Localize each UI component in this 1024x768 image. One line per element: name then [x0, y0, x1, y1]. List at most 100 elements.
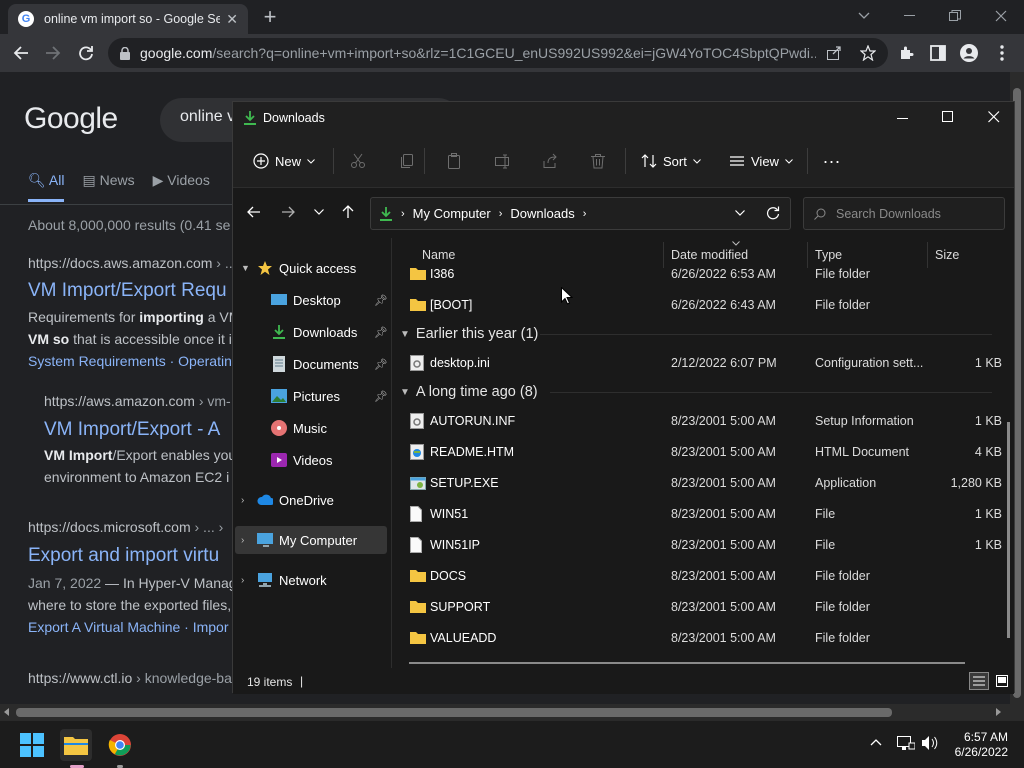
explorer-search-input[interactable]: Search Downloads [803, 197, 1005, 230]
group-header-earlier[interactable]: ▼ Earlier this year (1) [400, 322, 538, 346]
side-panel-icon[interactable] [927, 42, 949, 64]
new-tab-button[interactable]: + [258, 6, 282, 30]
paste-icon[interactable] [446, 148, 462, 174]
file-row[interactable]: VALUEADD 8/23/2001 5:00 AM File folder [392, 625, 1012, 653]
close-tab-icon[interactable]: ✕ [226, 11, 238, 28]
explorer-back-button[interactable] [247, 206, 261, 218]
sidebar-item-onedrive[interactable]: › OneDrive [241, 486, 334, 514]
file-list-horizontal-scrollbar[interactable] [409, 662, 965, 664]
view-button[interactable]: View [729, 148, 793, 174]
tab-news[interactable]: ▤ News [82, 172, 134, 202]
pin-icon[interactable]: 📌︎ [374, 294, 388, 307]
sidebar-item-my-computer[interactable]: › My Computer [241, 526, 357, 554]
extensions-icon[interactable] [895, 42, 917, 64]
explorer-minimize-button[interactable] [897, 112, 909, 124]
scroll-left-arrow-icon[interactable] [4, 708, 9, 716]
delete-icon[interactable] [590, 148, 606, 174]
new-button[interactable]: New [253, 148, 315, 174]
column-header-type[interactable]: Type [815, 248, 842, 262]
sidebar-item-music[interactable]: Music [271, 414, 327, 442]
minimize-window-button[interactable] [896, 6, 924, 26]
file-row[interactable]: desktop.ini 2/12/2022 6:07 PM Configurat… [392, 350, 1012, 378]
rename-icon[interactable] [495, 148, 511, 174]
tab-search-icon[interactable] [850, 6, 878, 26]
browser-tab[interactable]: G online vm import so - Google Se ✕ [8, 4, 248, 34]
scroll-right-arrow-icon[interactable] [996, 708, 1001, 716]
file-row[interactable]: WIN51IP 8/23/2001 5:00 AM File 1 KB [392, 532, 1012, 560]
forward-button[interactable] [42, 42, 64, 64]
chevron-right-icon[interactable]: › [241, 535, 257, 546]
share-icon[interactable] [542, 148, 558, 174]
close-window-button[interactable] [987, 6, 1015, 26]
chevron-right-icon[interactable]: › [241, 495, 257, 506]
file-row[interactable]: README.HTM 8/23/2001 5:00 AM HTML Docume… [392, 439, 1012, 467]
result-2-title[interactable]: VM Import/Export - A [44, 419, 220, 441]
result-3-sitelinks[interactable]: Export A Virtual Machine · Impor [28, 619, 229, 635]
reload-button[interactable] [75, 42, 97, 64]
more-options-button[interactable]: ... [823, 144, 841, 170]
explorer-forward-button[interactable] [281, 206, 295, 218]
refresh-icon[interactable] [766, 206, 780, 220]
pin-icon[interactable]: 📌︎ [374, 390, 388, 403]
page-horizontal-scroll-thumb[interactable] [16, 708, 892, 717]
sidebar-item-documents[interactable]: Documents [271, 350, 359, 378]
sidebar-item-downloads[interactable]: Downloads [271, 318, 357, 346]
details-view-button[interactable] [969, 672, 989, 690]
sidebar-item-quick-access[interactable]: ▼ Quick access [241, 254, 356, 282]
pin-icon[interactable]: 📌︎ [374, 358, 388, 371]
tab-videos[interactable]: ▶ Videos [153, 172, 210, 202]
file-row[interactable]: AUTORUN.INF 8/23/2001 5:00 AM Setup Info… [392, 408, 1012, 436]
file-row[interactable]: SETUP.EXE 8/23/2001 5:00 AM Application … [392, 470, 1012, 498]
address-history-chevron-icon[interactable] [735, 210, 745, 216]
volume-icon[interactable] [921, 735, 939, 751]
explorer-maximize-button[interactable] [942, 111, 954, 123]
address-bar[interactable]: google.com/search?q=online+vm+import+so&… [108, 38, 888, 68]
sidebar-item-pictures[interactable]: Pictures [271, 382, 340, 410]
breadcrumb-my-computer[interactable]: My Computer [413, 206, 491, 221]
file-row[interactable]: DOCS 8/23/2001 5:00 AM File folder [392, 563, 1012, 591]
file-row[interactable]: WIN51 8/23/2001 5:00 AM File 1 KB [392, 501, 1012, 529]
file-row[interactable]: I386 6/26/2022 6:53 AM File folder [392, 261, 1012, 289]
explorer-address-bar[interactable]: › My Computer › Downloads › [370, 197, 791, 230]
breadcrumb-downloads[interactable]: Downloads [510, 206, 574, 221]
page-horizontal-scrollbar[interactable] [0, 704, 1010, 720]
google-logo[interactable]: Google [24, 102, 118, 136]
taskbar-chrome[interactable] [104, 729, 136, 761]
tiles-view-button[interactable] [993, 672, 1011, 690]
taskbar-file-explorer[interactable] [60, 729, 92, 761]
explorer-title-bar[interactable]: Downloads [233, 102, 1014, 134]
start-button[interactable] [16, 729, 48, 761]
result-3-title[interactable]: Export and import virtu [28, 545, 219, 567]
profile-avatar-icon[interactable] [958, 42, 980, 64]
tray-overflow-chevron-icon[interactable] [870, 738, 882, 746]
column-header-size[interactable]: Size [935, 248, 959, 262]
sort-button[interactable]: Sort [641, 148, 701, 174]
chevron-right-icon[interactable]: › [241, 575, 257, 586]
group-header-long-ago[interactable]: ▼ A long time ago (8) [400, 380, 538, 404]
copy-icon[interactable] [399, 148, 415, 174]
recent-locations-chevron-icon[interactable] [314, 209, 324, 215]
result-1-title[interactable]: VM Import/Export Requ [28, 280, 227, 302]
bookmark-star-icon[interactable] [860, 45, 876, 61]
up-directory-button[interactable] [342, 205, 354, 219]
column-header-date[interactable]: Date modified [671, 248, 748, 262]
cut-icon[interactable] [350, 148, 366, 174]
chevron-down-icon[interactable]: ▼ [241, 263, 257, 273]
sidebar-item-network[interactable]: › Network [241, 566, 327, 594]
restore-window-button[interactable] [941, 6, 969, 26]
tab-all[interactable]: 🔍︎ All [28, 172, 65, 202]
share-icon[interactable] [826, 45, 842, 61]
file-row[interactable]: [BOOT] 6/26/2022 6:43 AM File folder [392, 292, 1012, 320]
column-header-name[interactable]: Name [422, 248, 455, 262]
back-button[interactable] [10, 42, 32, 64]
menu-kebab-icon[interactable] [991, 42, 1013, 64]
lock-icon[interactable] [120, 46, 130, 60]
network-status-icon[interactable] [897, 735, 915, 751]
sidebar-item-videos[interactable]: Videos [271, 446, 333, 474]
pin-icon[interactable]: 📌︎ [374, 326, 388, 339]
sidebar-item-desktop[interactable]: Desktop [271, 286, 341, 314]
result-1-sitelinks[interactable]: System Requirements · Operating [28, 353, 240, 369]
file-row[interactable]: SUPPORT 8/23/2001 5:00 AM File folder [392, 594, 1012, 622]
taskbar-clock[interactable]: 6:57 AM 6/26/2022 [955, 730, 1008, 760]
file-list-vertical-scrollbar[interactable] [1007, 422, 1010, 638]
